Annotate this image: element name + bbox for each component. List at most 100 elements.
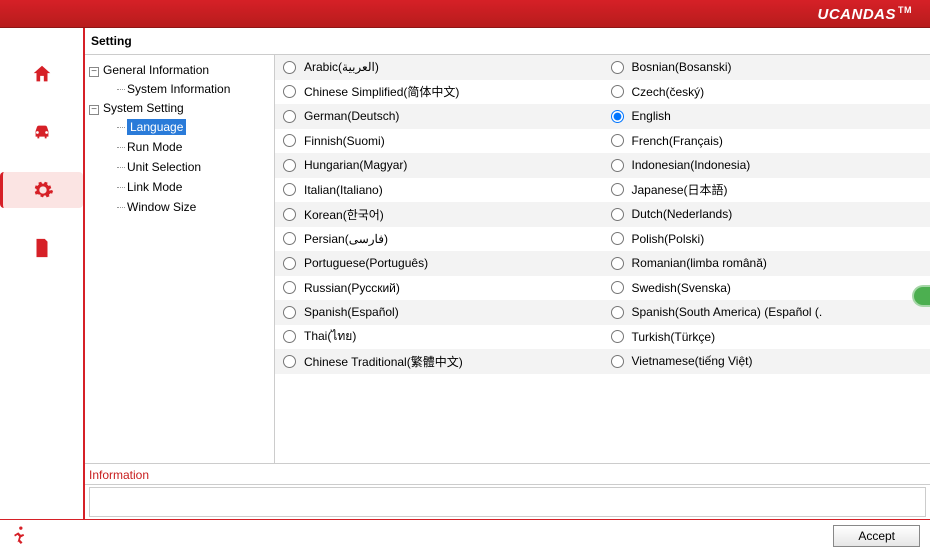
language-radio[interactable] (611, 208, 624, 221)
brand-logo: UCANDASTM (818, 5, 913, 23)
tree-group[interactable]: −System Setting (89, 99, 270, 117)
language-radio[interactable] (611, 159, 624, 172)
brand-tm: TM (898, 5, 912, 15)
language-radio[interactable] (283, 61, 296, 74)
language-label: Thai(ไทย) (304, 327, 356, 346)
language-column-2: Bosnian(Bosanski) Czech(český) English Fren… (603, 55, 930, 463)
language-radio[interactable] (611, 183, 624, 196)
language-option[interactable]: Thai(ไทย) (275, 325, 603, 350)
language-label: Swedish(Svenska) (632, 281, 731, 295)
language-radio[interactable] (611, 281, 624, 294)
language-option[interactable]: Swedish(Svenska) (603, 276, 930, 301)
sidebar-settings[interactable] (0, 172, 83, 208)
language-radio[interactable] (611, 85, 624, 98)
accept-button[interactable]: Accept (833, 525, 920, 547)
language-radio[interactable] (283, 257, 296, 270)
language-option[interactable]: Korean(한국어) (275, 202, 603, 227)
language-radio[interactable] (611, 61, 624, 74)
settings-tree: −General InformationSystem Information−S… (85, 55, 275, 463)
language-option[interactable]: Vietnamese(tiếng Việt) (603, 349, 930, 374)
language-label: Japanese(日本語) (632, 181, 728, 198)
sidebar-vehicle[interactable] (24, 114, 60, 150)
language-radio[interactable] (283, 306, 296, 319)
language-label: English (632, 109, 671, 123)
language-radio[interactable] (283, 159, 296, 172)
language-label: Bosnian(Bosanski) (632, 60, 732, 74)
language-label: Spanish(South America) (Español (. (632, 305, 823, 319)
language-radio[interactable] (283, 281, 296, 294)
exit-button[interactable] (10, 524, 30, 547)
brand-text: UCANDAS (818, 6, 897, 23)
language-option[interactable]: Arabic(العربية) (275, 55, 603, 80)
language-radio[interactable] (283, 330, 296, 343)
tree-item[interactable]: Link Mode (117, 177, 270, 197)
language-radio[interactable] (611, 257, 624, 270)
language-option[interactable]: Bosnian(Bosanski) (603, 55, 930, 80)
gear-icon (32, 179, 54, 201)
language-option[interactable]: Japanese(日本語) (603, 178, 930, 203)
language-option[interactable]: German(Deutsch) (275, 104, 603, 129)
language-label: Italian(Italiano) (304, 183, 383, 197)
sidebar-report[interactable] (24, 230, 60, 266)
language-radio[interactable] (611, 110, 624, 123)
language-label: Arabic(العربية) (304, 60, 379, 74)
language-radio[interactable] (611, 232, 624, 245)
language-radio[interactable] (611, 134, 624, 147)
language-option[interactable]: Italian(Italiano) (275, 178, 603, 203)
language-radio[interactable] (283, 232, 296, 245)
language-option[interactable]: Dutch(Nederlands) (603, 202, 930, 227)
language-option[interactable]: Spanish(Español) (275, 300, 603, 325)
language-option[interactable]: Hungarian(Magyar) (275, 153, 603, 178)
tree-item[interactable]: Unit Selection (117, 157, 270, 177)
language-radio[interactable] (283, 85, 296, 98)
tree-item[interactable]: System Information (117, 79, 270, 99)
tree-item[interactable]: Language (117, 117, 270, 137)
language-label: Vietnamese(tiếng Việt) (632, 354, 753, 368)
language-option[interactable]: Indonesian(Indonesia) (603, 153, 930, 178)
language-option[interactable]: Russian(Русский) (275, 276, 603, 301)
sidebar (0, 28, 83, 519)
language-radio[interactable] (611, 306, 624, 319)
language-radio[interactable] (283, 183, 296, 196)
language-label: Russian(Русский) (304, 281, 400, 295)
language-label: Turkish(Türkçe) (632, 330, 716, 344)
language-option[interactable]: Chinese Traditional(繁體中文) (275, 349, 603, 374)
language-option[interactable]: Turkish(Türkçe) (603, 325, 930, 350)
page-title: Setting (85, 28, 930, 55)
language-radio[interactable] (611, 330, 624, 343)
language-radio[interactable] (283, 110, 296, 123)
language-label: Chinese Simplified(简体中文) (304, 83, 459, 100)
language-option[interactable]: Romanian(limba română) (603, 251, 930, 276)
language-column-1: Arabic(العربية) Chinese Simplified(简体中文) G… (275, 55, 603, 463)
language-option[interactable]: Portuguese(Português) (275, 251, 603, 276)
tree-item[interactable]: Run Mode (117, 137, 270, 157)
language-option[interactable]: Czech(český) (603, 80, 930, 105)
information-box[interactable] (89, 487, 926, 517)
language-option[interactable]: Spanish(South America) (Español (. (603, 300, 930, 325)
language-option[interactable]: Finnish(Suomi) (275, 129, 603, 154)
side-fab[interactable] (912, 285, 930, 307)
language-label: Indonesian(Indonesia) (632, 158, 751, 172)
language-radio[interactable] (611, 355, 624, 368)
sidebar-home[interactable] (24, 56, 60, 92)
language-panel: Arabic(العربية) Chinese Simplified(简体中文) G… (275, 55, 930, 463)
language-label: Spanish(Español) (304, 305, 399, 319)
main-area: Setting −General InformationSystem Infor… (83, 28, 930, 519)
language-radio[interactable] (283, 134, 296, 147)
language-label: Persian(فارسی) (304, 232, 388, 246)
language-option[interactable]: Persian(فارسی) (275, 227, 603, 252)
language-radio[interactable] (283, 355, 296, 368)
language-option[interactable]: French(Français) (603, 129, 930, 154)
language-label: Czech(český) (632, 85, 705, 99)
footer-bar: Accept (0, 519, 930, 551)
tree-item[interactable]: Window Size (117, 197, 270, 217)
language-radio[interactable] (283, 208, 296, 221)
tree-group[interactable]: −General Information (89, 61, 270, 79)
top-bar: UCANDASTM (0, 0, 930, 28)
language-label: Finnish(Suomi) (304, 134, 385, 148)
language-label: Chinese Traditional(繁體中文) (304, 353, 463, 370)
language-option[interactable]: English (603, 104, 930, 129)
language-label: Dutch(Nederlands) (632, 207, 733, 221)
language-option[interactable]: Chinese Simplified(简体中文) (275, 80, 603, 105)
language-option[interactable]: Polish(Polski) (603, 227, 930, 252)
